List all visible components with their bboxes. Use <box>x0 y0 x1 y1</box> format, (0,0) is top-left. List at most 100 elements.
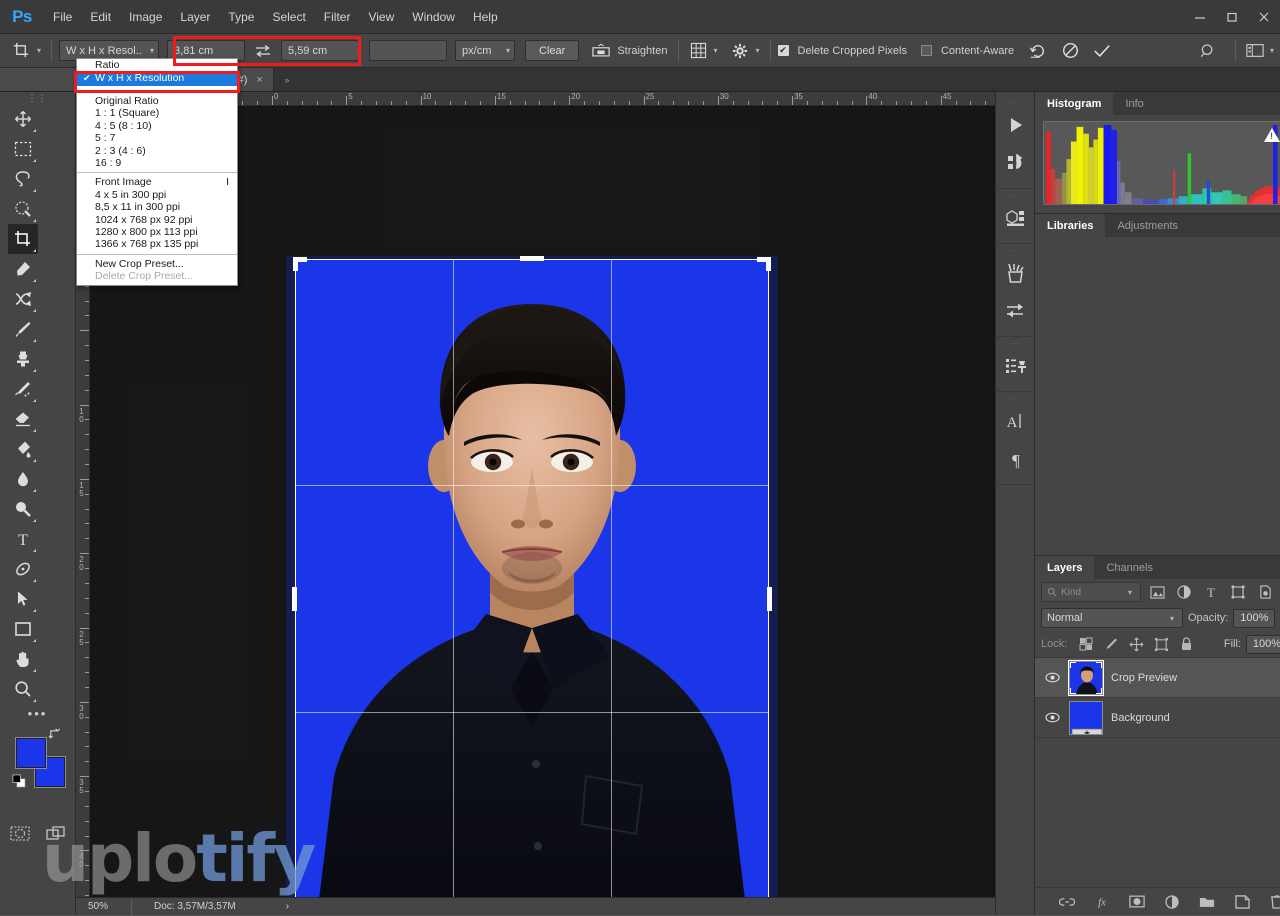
history-panel-icon[interactable] <box>996 106 1036 144</box>
quick-mask-icon[interactable] <box>9 824 31 842</box>
layer-style-fx-icon[interactable]: fx <box>1091 891 1113 913</box>
filter-smart-object-icon[interactable] <box>1254 582 1276 602</box>
dodge-tool[interactable] <box>8 494 38 524</box>
dropdown-item-1280x800[interactable]: 1280 x 800 px 113 ppi <box>77 226 237 238</box>
layer-name[interactable]: Background <box>1111 712 1170 724</box>
move-tool[interactable] <box>8 104 38 134</box>
brush-tool[interactable] <box>8 314 38 344</box>
commit-checkmark-icon[interactable] <box>1090 39 1114 63</box>
tab-info[interactable]: Info <box>1113 92 1155 115</box>
workspace-switcher-icon[interactable] <box>1243 39 1267 63</box>
document-info[interactable]: Doc: 3,57M/3,57M › <box>132 901 289 912</box>
fill-input[interactable]: 100% <box>1246 635 1280 654</box>
table-row[interactable]: Background <box>1035 698 1280 738</box>
layer-name[interactable]: Crop Preview <box>1111 672 1177 684</box>
menu-select[interactable]: Select <box>263 0 314 34</box>
link-layers-icon[interactable] <box>1056 891 1078 913</box>
rail-grip[interactable]: ⋯ <box>996 247 1034 254</box>
crop-preset-dropdown[interactable]: Ratio ✔ W x H x Resolution Original Rati… <box>76 58 238 286</box>
close-icon[interactable]: × <box>256 74 262 86</box>
lock-all-icon[interactable] <box>1176 634 1196 654</box>
content-aware-checkbox[interactable]: Content-Aware <box>921 45 1018 57</box>
default-colors-icon[interactable] <box>12 774 27 792</box>
workspace-chevron[interactable]: ▾ <box>1267 46 1280 55</box>
lock-image-icon[interactable] <box>1101 634 1121 654</box>
crop-tool-preset-chevron[interactable]: ▾ <box>34 46 44 55</box>
libraries-body[interactable] <box>1035 237 1280 555</box>
dropdown-item-w-h-resolution[interactable]: ✔ W x H x Resolution <box>77 71 237 86</box>
menu-edit[interactable]: Edit <box>81 0 120 34</box>
new-layer-icon[interactable] <box>1231 891 1253 913</box>
rectangular-marquee-tool[interactable] <box>8 134 38 164</box>
pen-tool[interactable] <box>8 554 38 584</box>
crop-tool-icon[interactable] <box>8 38 34 64</box>
swap-dimensions-icon[interactable] <box>251 39 275 63</box>
hand-tool[interactable] <box>8 644 38 674</box>
actions-panel-icon[interactable] <box>996 144 1036 182</box>
overlay-options-chevron[interactable]: ▾ <box>710 46 720 55</box>
filter-pixel-icon[interactable] <box>1146 582 1168 602</box>
type-tool[interactable]: T <box>8 524 38 554</box>
menu-file[interactable]: File <box>44 0 81 34</box>
crop-handle-right-center[interactable] <box>767 587 772 611</box>
swap-colors-icon[interactable] <box>48 728 61 744</box>
crop-handle-top-left-v[interactable] <box>293 257 298 271</box>
new-adjustment-layer-icon[interactable] <box>1161 891 1183 913</box>
eraser-tool[interactable] <box>8 404 38 434</box>
opacity-input[interactable]: 100% <box>1233 609 1275 628</box>
dropdown-item-1024x768[interactable]: 1024 x 768 px 92 ppi <box>77 214 237 226</box>
rail-grip[interactable]: ⋯ <box>996 340 1034 347</box>
menu-help[interactable]: Help <box>464 0 507 34</box>
delete-layer-icon[interactable] <box>1266 891 1280 913</box>
edit-toolbar-icon[interactable]: ••• <box>0 704 75 722</box>
resolution-unit-select[interactable]: px/cm ▾ <box>455 40 515 61</box>
character-panel-icon[interactable]: A <box>996 402 1036 440</box>
clone-stamp-tool[interactable] <box>8 344 38 374</box>
menu-filter[interactable]: Filter <box>315 0 360 34</box>
lock-artboard-icon[interactable] <box>1151 634 1171 654</box>
search-icon[interactable] <box>1196 39 1220 63</box>
toolbar-grip[interactable]: ⋮⋮ <box>0 92 75 104</box>
dropdown-item-original-ratio[interactable]: Original Ratio <box>77 95 237 107</box>
menu-image[interactable]: Image <box>120 0 171 34</box>
cached-data-warning-icon[interactable] <box>1264 128 1280 142</box>
brush-presets-icon[interactable] <box>996 254 1036 292</box>
add-layer-mask-icon[interactable] <box>1126 891 1148 913</box>
healing-brush-tool[interactable] <box>8 284 38 314</box>
dropdown-item-16-9[interactable]: 16 : 9 <box>77 157 237 169</box>
zoom-level-field[interactable]: 50% <box>76 898 132 916</box>
tab-channels[interactable]: Channels <box>1094 556 1164 579</box>
table-row[interactable]: Crop Preview <box>1035 658 1280 698</box>
menu-type[interactable]: Type <box>219 0 263 34</box>
layer-thumbnail[interactable] <box>1069 661 1103 695</box>
crop-handle-left-center[interactable] <box>292 587 297 611</box>
lasso-tool[interactable] <box>8 164 38 194</box>
dropdown-item-new-crop-preset[interactable]: New Crop Preset... <box>77 258 237 270</box>
blend-mode-select[interactable]: Normal ▾ <box>1041 608 1183 628</box>
close-icon[interactable] <box>1248 0 1280 34</box>
rail-grip[interactable]: ⋯ <box>996 395 1034 402</box>
crop-handle-top-center[interactable] <box>520 256 544 261</box>
menu-view[interactable]: View <box>359 0 403 34</box>
eyedropper-tool[interactable] <box>8 254 38 284</box>
paragraph-panel-icon[interactable]: ¶ <box>996 440 1036 478</box>
lock-transparency-icon[interactable] <box>1076 634 1096 654</box>
dropdown-item-ratio[interactable]: Ratio <box>77 59 237 71</box>
straighten-icon[interactable] <box>589 39 613 63</box>
delete-cropped-pixels-checkbox[interactable]: Delete Cropped Pixels <box>778 45 911 57</box>
dropdown-item-85x11-300ppi[interactable]: 8,5 x 11 in 300 ppi <box>77 201 237 213</box>
clear-button[interactable]: Clear <box>525 40 579 61</box>
dropdown-item-2-3[interactable]: 2 : 3 (4 : 6) <box>77 145 237 157</box>
crop-height-input[interactable]: 5,59 cm <box>281 40 359 61</box>
crop-tool[interactable] <box>8 224 38 254</box>
filter-adjustment-icon[interactable] <box>1173 582 1195 602</box>
tab-histogram[interactable]: Histogram <box>1035 92 1113 115</box>
3d-panel-icon[interactable] <box>996 199 1036 237</box>
crop-settings-chevron[interactable]: ▾ <box>752 46 762 55</box>
dropdown-item-4-5[interactable]: 4 : 5 (8 : 10) <box>77 120 237 132</box>
tab-libraries[interactable]: Libraries <box>1035 214 1105 237</box>
layer-visibility-toggle[interactable] <box>1043 672 1061 683</box>
history-brush-tool[interactable] <box>8 374 38 404</box>
quick-selection-tool[interactable] <box>8 194 38 224</box>
brush-settings-icon[interactable] <box>996 292 1036 330</box>
